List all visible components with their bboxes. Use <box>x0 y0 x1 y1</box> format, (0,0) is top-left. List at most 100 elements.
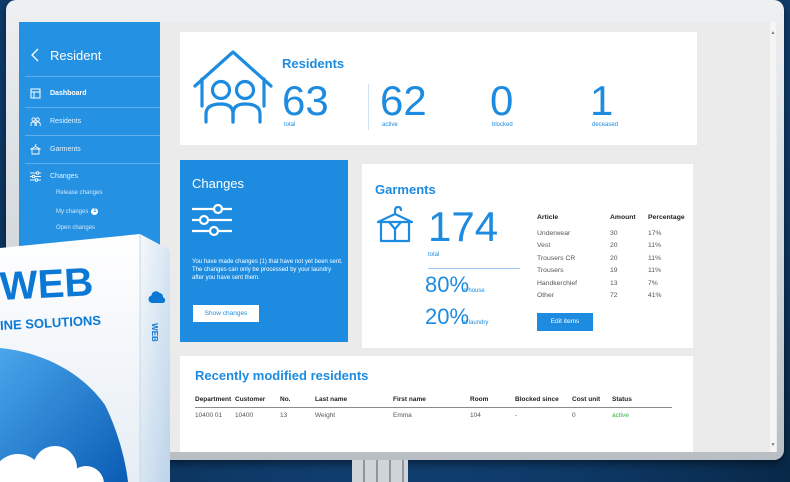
divider <box>25 107 160 108</box>
table-cell: 30 <box>610 229 618 237</box>
divider <box>25 135 160 136</box>
column-header[interactable]: Status <box>612 396 672 408</box>
recent-residents-card: Recently modified residents Department C… <box>180 356 693 452</box>
divider <box>25 76 160 77</box>
table-cell: 13 <box>610 279 618 287</box>
table-cell: 20 <box>610 242 618 249</box>
sidebar-item-dashboard[interactable]: Dashboard <box>19 82 160 106</box>
table-cell[interactable]: 10400 <box>235 408 280 420</box>
sidebar-item-changes[interactable]: Changes <box>19 165 160 187</box>
recent-residents-title: Recently modified residents <box>195 368 369 383</box>
recent-residents-table: Department Customer No. Last name First … <box>195 396 672 420</box>
table-cell: 20 <box>610 254 618 262</box>
table-cell: Underwear <box>537 229 571 237</box>
column-header[interactable]: First name <box>393 396 470 408</box>
sidebar-item-label: Residents <box>50 118 82 125</box>
table-cell: Trousers CR <box>537 254 576 262</box>
dashboard-icon <box>30 88 41 99</box>
sidebar-item-label: Changes <box>50 173 79 180</box>
stat-deceased[interactable]: 1 deceased <box>590 77 619 129</box>
stat-blocked[interactable]: 0 blocked <box>490 77 514 129</box>
hanger-shirt-icon <box>376 205 414 243</box>
stat-total[interactable]: 63 total <box>282 77 329 129</box>
changes-message: You have made changes (1) that have not … <box>192 259 343 281</box>
sidebar-title: Resident <box>50 48 102 63</box>
sidebar-subitem-release-changes[interactable]: Release changes <box>56 190 102 196</box>
column-header[interactable]: Room <box>470 396 515 408</box>
sidebar-item-label: Garments <box>50 146 81 153</box>
back-button[interactable] <box>28 47 42 63</box>
show-changes-button[interactable]: Show changes <box>193 305 259 322</box>
table-cell: 72 <box>610 292 618 299</box>
table-cell: Handkerchief <box>537 279 578 287</box>
sliders-icon <box>30 171 41 182</box>
table-cell: 11% <box>648 242 662 249</box>
garments-icon <box>30 144 41 155</box>
garments-total-value: 174 <box>428 203 499 250</box>
sidebar-item-residents[interactable]: Residents <box>19 110 160 134</box>
stat-label: blocked <box>492 122 513 128</box>
table-cell[interactable]: 0 <box>572 408 612 420</box>
in-house-label: in house <box>462 288 485 294</box>
monitor-stand <box>352 460 408 482</box>
chevron-left-icon <box>31 48 39 62</box>
residents-title: Residents <box>282 56 345 71</box>
sidebar-item-label: Dashboard <box>50 90 87 97</box>
house-residents-icon <box>193 50 273 124</box>
column-header[interactable]: Customer <box>235 396 280 408</box>
column-header[interactable]: Department <box>195 396 235 408</box>
table-cell[interactable]: Weight <box>315 408 393 420</box>
stat-divider <box>368 84 369 130</box>
stat-value: 0 <box>490 77 514 124</box>
table-cell: 19 <box>610 267 618 274</box>
status-badge[interactable]: active <box>612 408 672 420</box>
garments-table: Article Amount Percentage Underwear 30 1… <box>537 214 690 300</box>
changes-card: Changes You have made changes (1) that h… <box>180 160 348 342</box>
table-cell: Vest <box>537 242 551 249</box>
edit-items-button[interactable]: Edit items <box>537 313 593 331</box>
table-cell[interactable]: 10400 01 <box>195 408 235 420</box>
column-header: Amount <box>610 214 636 221</box>
stat-label: deceased <box>592 122 619 128</box>
table-cell[interactable]: Emma <box>393 408 470 420</box>
sliders-icon <box>192 203 232 237</box>
sidebar-item-garments[interactable]: Garments <box>19 138 160 162</box>
table-cell: 11% <box>648 254 662 262</box>
column-header[interactable]: No. <box>280 396 315 408</box>
sidebar-subitem-label: My changes <box>56 209 89 216</box>
scroll-up-icon[interactable]: ▲ <box>770 30 776 36</box>
divider <box>25 163 160 164</box>
changes-count-badge: 1 <box>91 208 99 215</box>
table-cell: 11% <box>648 267 662 274</box>
scroll-down-icon[interactable]: ▼ <box>770 442 776 448</box>
at-laundry-label: at laundry <box>462 320 489 326</box>
stat-active[interactable]: 62 active <box>380 77 427 129</box>
stat-value: 62 <box>380 77 427 124</box>
stat-value: 63 <box>282 77 329 124</box>
column-header[interactable]: Blocked since <box>515 396 572 408</box>
table-cell: 41% <box>648 292 662 299</box>
residents-card: Residents 63 total 62 active 0 blocked 1… <box>180 32 697 145</box>
garments-total-label: total <box>428 252 440 258</box>
table-cell: 17% <box>648 229 662 237</box>
box-side-label: WEB <box>149 323 159 342</box>
table-cell: 7% <box>648 279 658 287</box>
stat-value: 1 <box>590 77 614 124</box>
changes-title: Changes <box>192 176 245 191</box>
sidebar-subitem-my-changes[interactable]: My changes 1 <box>56 208 99 216</box>
cloud-icon <box>148 291 166 303</box>
box-brand-text: WEB <box>0 260 95 309</box>
table-cell[interactable]: 13 <box>280 408 315 420</box>
scrollbar[interactable]: ▲ ▼ <box>770 22 776 452</box>
garments-card: Garments 174 total 80% in house 20% at l… <box>362 164 693 348</box>
column-header[interactable]: Cost unit <box>572 396 612 408</box>
table-cell[interactable]: 104 <box>470 408 515 420</box>
column-header[interactable]: Last name <box>315 396 393 408</box>
column-header: Percentage <box>648 214 685 221</box>
divider <box>428 268 520 269</box>
table-cell[interactable]: - <box>515 408 572 420</box>
table-cell: Other <box>537 292 554 299</box>
residents-icon <box>30 117 41 126</box>
garments-title: Garments <box>375 182 436 197</box>
column-header: Article <box>537 214 559 221</box>
